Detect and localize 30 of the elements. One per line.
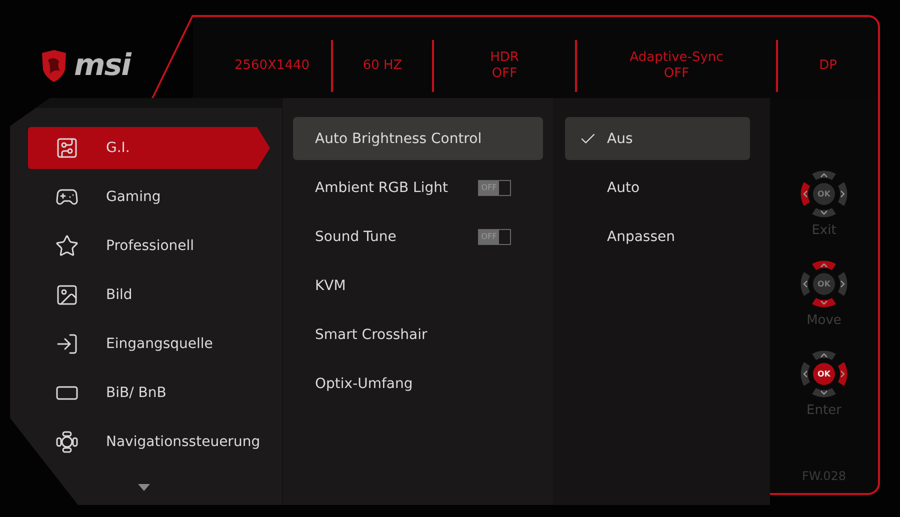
menu-icon [55, 234, 79, 258]
status-text: HDR OFF [490, 50, 519, 82]
status-text: 60 HZ [362, 58, 402, 74]
status-text: 2560X1440 [234, 58, 310, 74]
menu-item[interactable]: Navigationssteuerung [28, 421, 270, 463]
ok-label: OK [818, 280, 830, 288]
setting-row[interactable]: KVM [293, 264, 543, 307]
menu-item[interactable]: Bild [28, 274, 270, 316]
menu-icon [55, 332, 79, 356]
menu-item[interactable]: Eingangsquelle [28, 323, 270, 365]
shield-logo-icon [40, 50, 68, 82]
brand-logo: msi [74, 48, 130, 83]
menu-item[interactable]: Gaming [28, 176, 270, 218]
option-row[interactable]: Aus [565, 117, 750, 160]
option-row[interactable]: Anpassen [565, 215, 750, 258]
scroll-down-icon[interactable] [138, 484, 150, 491]
status-text: Adaptive-Sync OFF [630, 50, 724, 82]
setting-row[interactable]: Optix-Umfang [293, 362, 543, 405]
menu-icon [55, 283, 79, 307]
menu-icon [55, 136, 79, 160]
menu-item[interactable]: Professionell [28, 225, 270, 267]
ok-label: OK [818, 370, 830, 378]
menu-item[interactable]: BiB/ BnB [28, 372, 270, 414]
option-row[interactable]: Auto [565, 166, 750, 209]
ok-label: OK [818, 190, 830, 198]
status-text: DP [819, 58, 837, 74]
menu-item[interactable]: G.I. [28, 127, 270, 169]
controller-icon [55, 430, 79, 454]
setting-row[interactable]: Smart Crosshair [293, 313, 543, 356]
setting-row[interactable]: Auto Brightness Control [293, 117, 543, 160]
